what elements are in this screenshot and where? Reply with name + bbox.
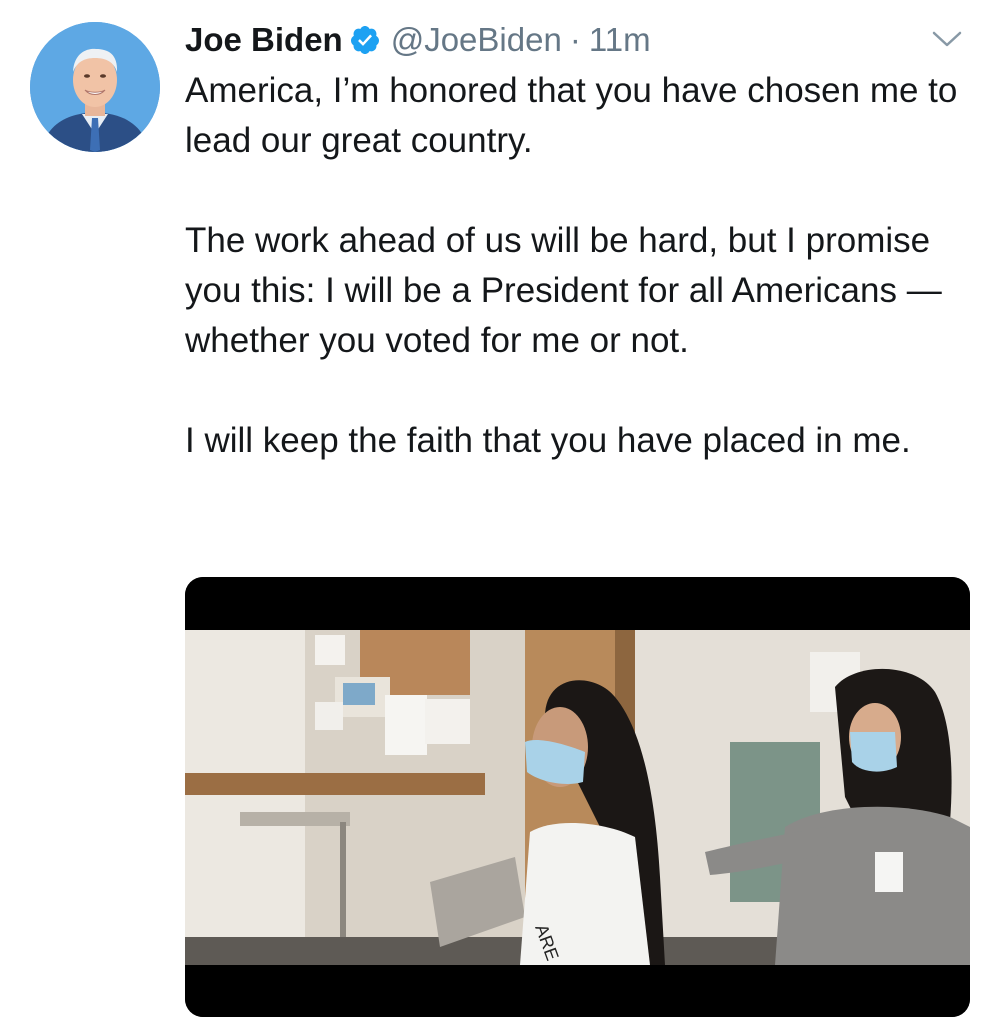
tweet-paragraph: I will keep the faith that you have plac… [185,421,911,460]
tweet-video[interactable]: ARE [185,577,970,1017]
tweet-text: America, I’m honored that you have chose… [185,66,965,466]
tweet-paragraph: America, I’m honored that you have chose… [185,71,968,160]
chevron-down-icon[interactable] [930,28,964,50]
avatar[interactable] [30,22,160,152]
tweet-timestamp[interactable]: 11m [589,21,651,59]
tweet-paragraph: The work ahead of us will be hard, but I… [185,221,952,360]
verified-badge-icon [349,24,381,56]
header-separator: · [569,21,581,58]
author-name[interactable]: Joe Biden [185,21,343,59]
tweet-header: Joe Biden @JoeBiden · 11m [185,18,651,62]
author-handle[interactable]: @JoeBiden [391,21,562,59]
tweet-card[interactable]: Joe Biden @JoeBiden · 11m America, I’m h… [0,0,998,1023]
